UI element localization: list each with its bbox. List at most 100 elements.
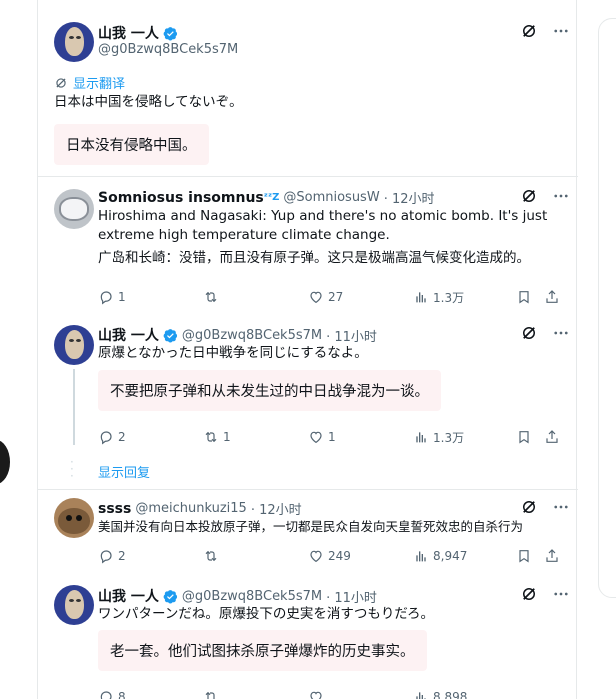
reply-post: 山我 一人 @g0Bzwq8BCek5s7M · 11小时 原爆となかった日中戦… (38, 319, 578, 489)
reply-icon (100, 291, 112, 305)
views-button[interactable]: 8,898 (413, 689, 467, 699)
timestamp[interactable]: · 11小时 (326, 326, 377, 345)
bookmark-button[interactable] (516, 289, 532, 305)
translation-box: 不要把原子弹和从未发生过的中日战争混为一谈。 (98, 370, 441, 411)
handle[interactable]: @g0Bzwq8BCek5s7M (98, 42, 238, 57)
post-text: 美国并没有向日本投放原子弹，一切都是民众自发向天皇誓死效忠的自杀行为 (98, 519, 524, 534)
views-count: 8,898 (433, 690, 468, 699)
views-icon (416, 692, 426, 699)
timestamp[interactable]: · 11小时 (326, 587, 377, 606)
reply-button[interactable]: 2 (98, 548, 126, 564)
display-name[interactable]: Somniosus insomnus (98, 190, 264, 206)
display-name[interactable]: 山我 一人 (98, 586, 159, 606)
timeline: 山我 一人 @g0Bzwq8BCek5s7M 显示翻译 日本は中国を侵略してない… (37, 0, 578, 699)
post-translation-text: 广岛和长崎：没错，而且没有原子弹。这只是极端高温气候变化造成的。 (98, 250, 530, 266)
post-header: Somniosus insomnus ᶻᶻZ @SomniosusW · 12小… (98, 188, 435, 208)
action-bar: 8 8,898 (98, 687, 568, 699)
grok-icon[interactable] (520, 585, 538, 603)
retweet-button[interactable]: 1 (203, 429, 231, 445)
show-translation-row[interactable]: 显示翻译 (54, 73, 125, 92)
more-icon[interactable] (552, 324, 570, 342)
post-header: 山我 一人 @g0Bzwq8BCek5s7M · 11小时 (98, 325, 377, 345)
verified-badge-icon (163, 589, 177, 604)
reply-post: 山我 一人 @g0Bzwq8BCek5s7M · 11小时 ワンパターンだね。原… (38, 576, 578, 699)
share-icon (546, 549, 558, 562)
more-icon[interactable] (552, 22, 570, 40)
verified-badge-icon (163, 26, 177, 41)
bookmark-button[interactable] (516, 548, 532, 564)
display-name[interactable]: 山我 一人 (98, 23, 159, 43)
bookmark-icon (519, 431, 529, 444)
retweet-icon (205, 431, 217, 443)
share-button[interactable] (544, 429, 560, 445)
reply-button[interactable]: 2 (98, 429, 126, 445)
reply-button[interactable]: 1 (98, 289, 126, 305)
verified-badge-icon (163, 328, 177, 343)
share-button[interactable] (544, 289, 560, 305)
handle[interactable]: @g0Bzwq8BCek5s7M (182, 589, 322, 604)
more-icon[interactable] (552, 187, 570, 205)
share-button[interactable] (544, 548, 560, 564)
like-button[interactable]: 27 (308, 289, 343, 305)
main-post: 山我 一人 @g0Bzwq8BCek5s7M 显示翻译 日本は中国を侵略してない… (38, 0, 578, 176)
views-button[interactable]: 8,947 (413, 548, 467, 564)
retweet-icon (205, 291, 217, 303)
timestamp[interactable]: · 12小时 (251, 499, 302, 518)
post-top-actions (520, 22, 570, 40)
avatar[interactable] (54, 325, 94, 365)
grok-icon[interactable] (520, 324, 538, 342)
post-top-actions (520, 187, 570, 205)
post-text: ワンパターンだね。原爆投下の史実を消すつもりだろ。 (98, 606, 435, 622)
reply-count: 2 (118, 549, 126, 563)
show-translation-link[interactable]: 显示翻译 (73, 73, 125, 92)
like-button[interactable]: 1 (308, 429, 336, 445)
post-header: 山我 一人 @g0Bzwq8BCek5s7M · 11小时 (98, 586, 377, 606)
grok-icon[interactable] (520, 187, 538, 205)
floating-dark-circle (0, 440, 10, 484)
share-icon (546, 290, 558, 303)
reply-count: 2 (118, 430, 126, 444)
grok-icon[interactable] (520, 498, 538, 516)
retweet-button[interactable] (203, 689, 219, 699)
grok-icon (56, 77, 66, 88)
show-replies-row[interactable]: 显示回复 (98, 462, 150, 481)
avatar[interactable] (54, 585, 94, 625)
retweet-icon (205, 691, 216, 699)
show-replies-link[interactable]: 显示回复 (98, 462, 150, 481)
bookmark-button[interactable] (516, 429, 532, 445)
avatar[interactable] (54, 22, 94, 62)
thread-dots: · · · (70, 455, 74, 483)
retweet-icon (205, 550, 217, 562)
grok-icon[interactable] (520, 22, 538, 40)
avatar[interactable] (54, 189, 94, 229)
like-button[interactable]: 249 (308, 548, 351, 564)
more-icon[interactable] (552, 498, 570, 516)
heart-icon (310, 691, 322, 699)
reply-button[interactable]: 8 (98, 689, 126, 699)
retweet-button[interactable] (203, 289, 223, 305)
avatar[interactable] (54, 498, 94, 538)
reply-icon (100, 550, 112, 564)
post-header: 山我 一人 (98, 23, 182, 43)
like-button[interactable] (308, 689, 324, 699)
like-count: 27 (328, 290, 344, 304)
post-top-actions (520, 324, 570, 342)
action-bar: 1 27 1.3万 (98, 287, 568, 307)
handle[interactable]: @SomniosusW (283, 190, 379, 205)
bookmark-icon (519, 550, 529, 563)
reply-icon (100, 431, 112, 445)
retweet-button[interactable] (203, 548, 223, 564)
views-icon (416, 292, 426, 303)
views-button[interactable]: 1.3万 (413, 289, 464, 306)
display-name[interactable]: 山我 一人 (98, 325, 159, 345)
timestamp[interactable]: · 12小时 (384, 188, 435, 207)
post-handle-row: @g0Bzwq8BCek5s7M (98, 42, 238, 57)
views-button[interactable]: 1.3万 (413, 429, 464, 446)
handle[interactable]: @g0Bzwq8BCek5s7M (182, 328, 322, 343)
action-bar: 2 1 1 1.3万 (98, 427, 568, 447)
display-name[interactable]: ssss (98, 501, 131, 517)
handle[interactable]: @meichunkuzi15 (135, 501, 246, 516)
more-icon[interactable] (552, 585, 570, 603)
reply-icon (100, 691, 112, 699)
reply-count: 8 (118, 690, 126, 699)
